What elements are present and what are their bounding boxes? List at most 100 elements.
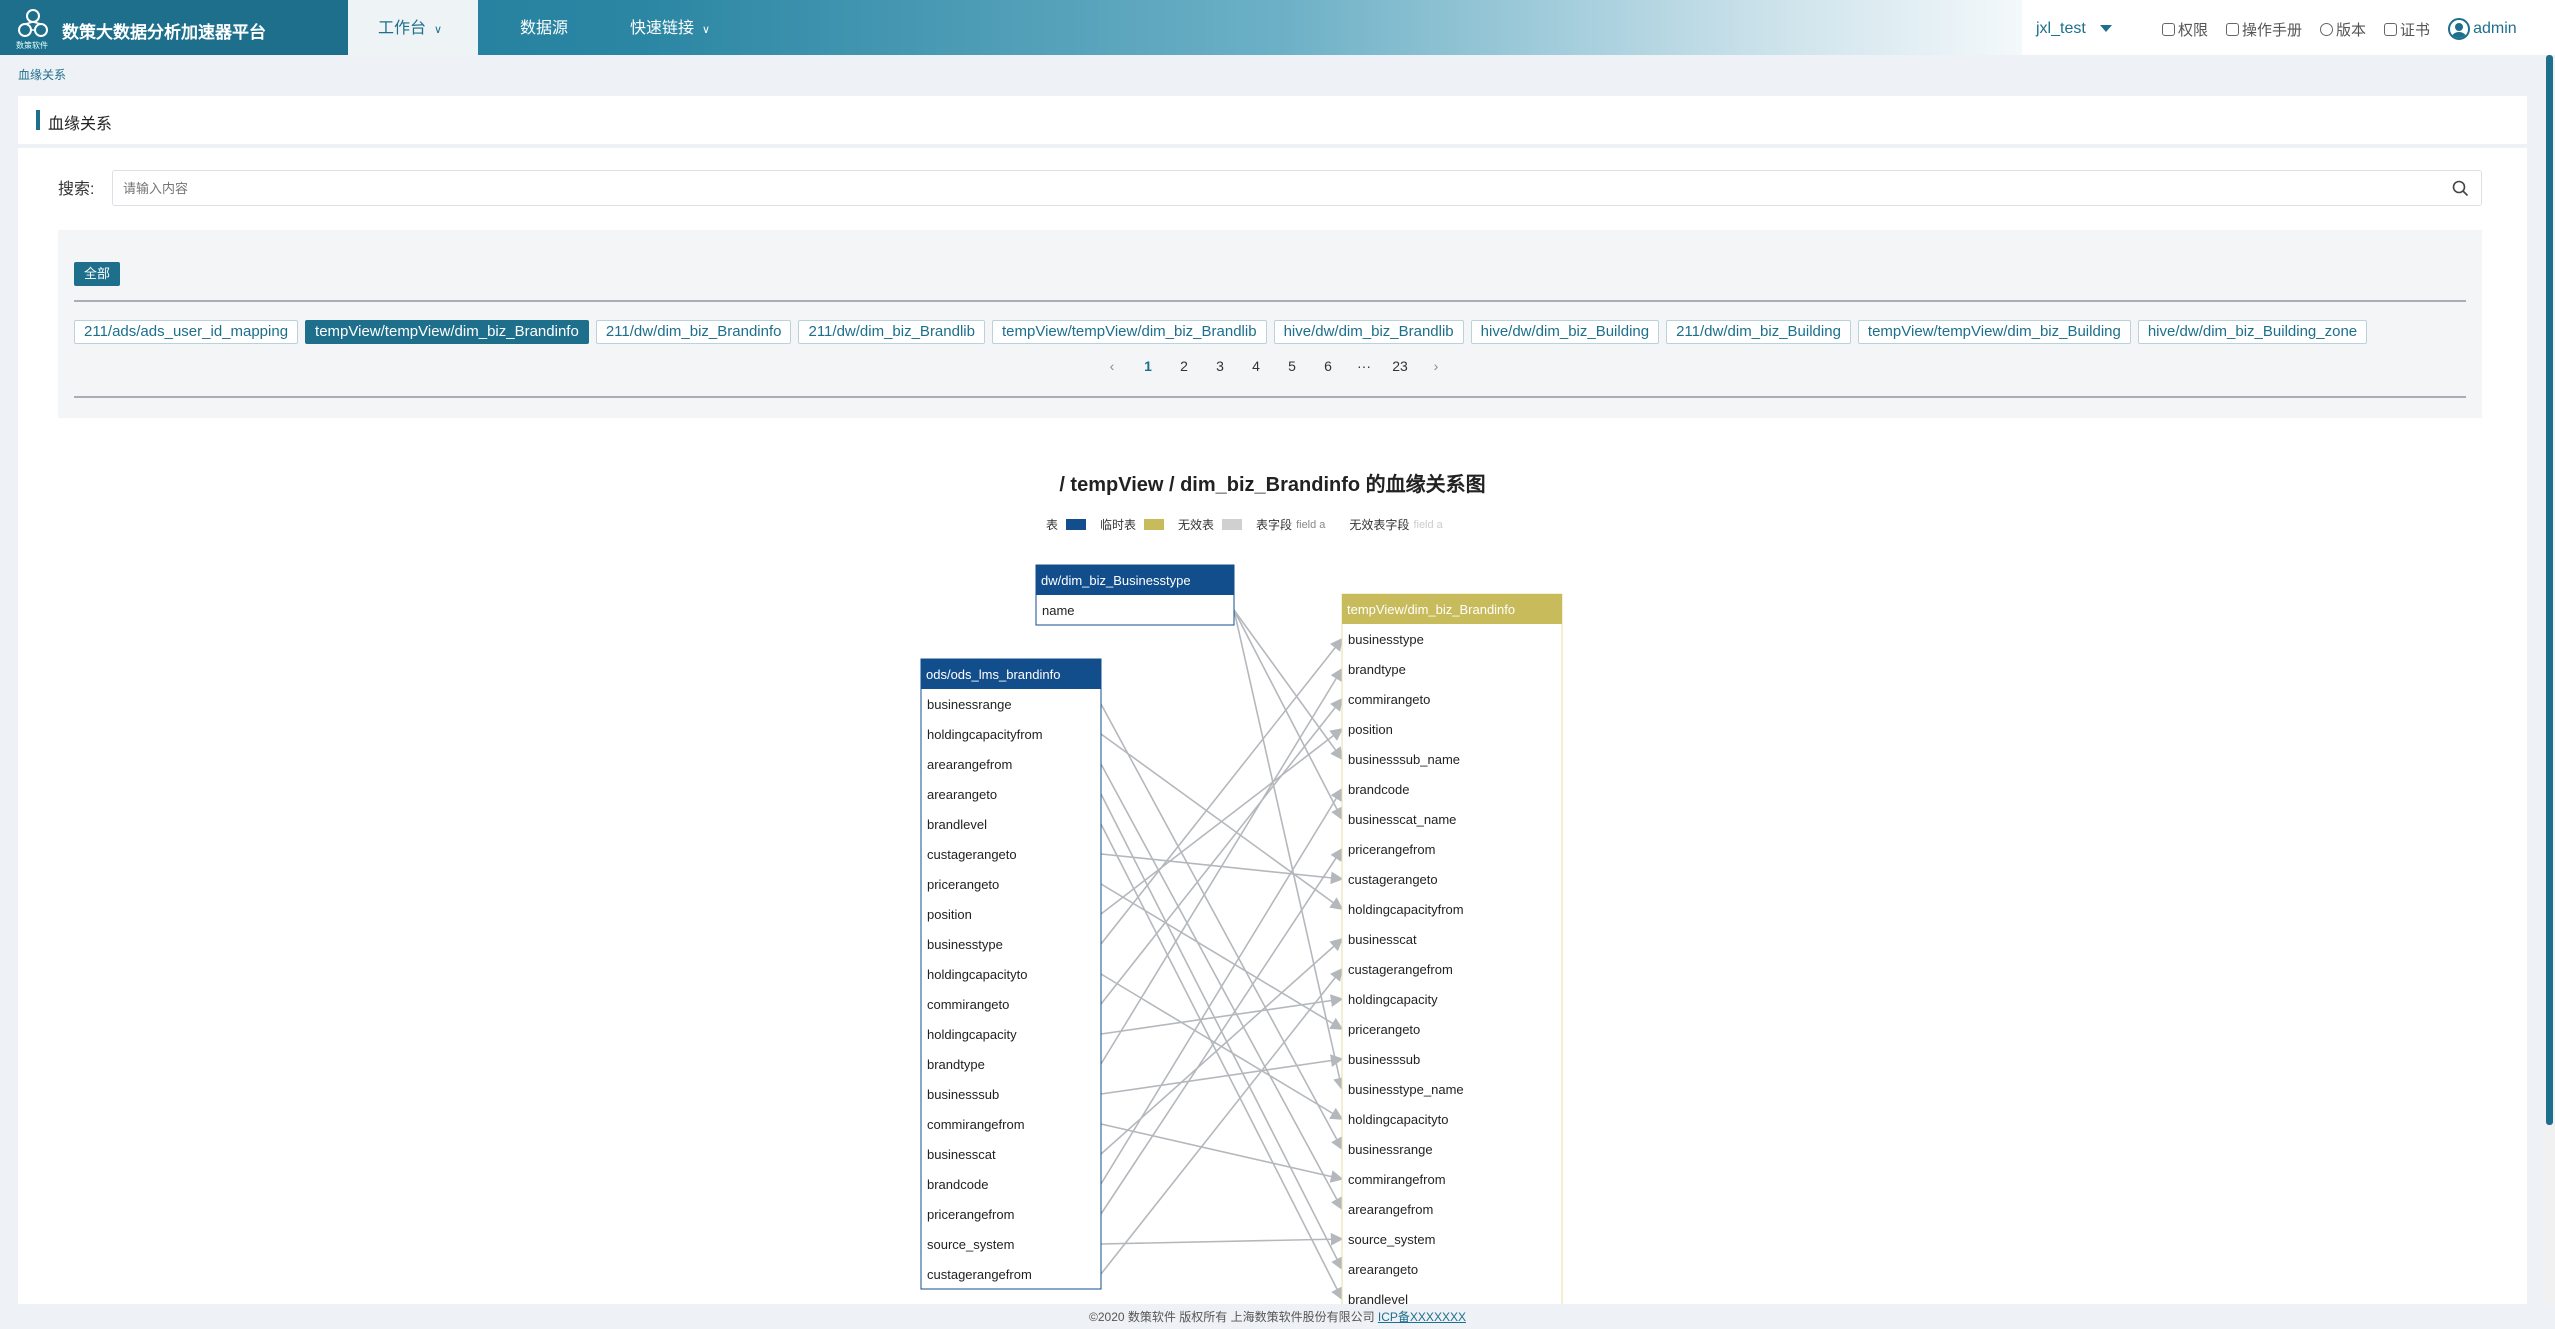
admin-menu[interactable]: admin: [2448, 18, 2517, 40]
admin-label: admin: [2473, 20, 2517, 37]
table-field[interactable]: pricerangefrom: [927, 1207, 1014, 1222]
table-tag[interactable]: 211/ads/ads_user_id_mapping: [74, 320, 299, 344]
table-field[interactable]: name: [1042, 603, 1075, 618]
nav-workbench[interactable]: 工作台 ∨: [348, 0, 478, 55]
table-field[interactable]: holdingcapacityfrom: [1348, 902, 1464, 917]
table-field[interactable]: brandcode: [1348, 782, 1409, 797]
table-field[interactable]: arearangeto: [1348, 1262, 1418, 1277]
lineage-edge: [1100, 787, 1343, 1185]
table-field[interactable]: position: [927, 907, 972, 922]
table-field[interactable]: position: [1348, 722, 1393, 737]
divider: [74, 396, 2466, 398]
page-scrollbar[interactable]: [2544, 55, 2555, 1329]
table-tag[interactable]: hive/dw/dim_biz_Building: [1470, 320, 1660, 344]
table-field[interactable]: source_system: [1348, 1232, 1435, 1247]
table-node-box: [1341, 593, 1563, 1304]
table-field[interactable]: brandtype: [927, 1057, 985, 1072]
table-field[interactable]: source_system: [927, 1237, 1014, 1252]
icp-link[interactable]: ICP备XXXXXXX: [1378, 1310, 1466, 1324]
table-field[interactable]: businesscat: [927, 1147, 996, 1162]
permission-link[interactable]: 权限: [2162, 19, 2208, 40]
table-field[interactable]: holdingcapacityto: [927, 967, 1027, 982]
breadcrumb[interactable]: 血缘关系: [18, 66, 66, 83]
table-field[interactable]: commirangefrom: [927, 1117, 1025, 1132]
page-number[interactable]: 6: [1310, 358, 1346, 374]
table-field[interactable]: businesssub_name: [1348, 752, 1460, 767]
page-number[interactable]: 1: [1130, 358, 1166, 374]
lineage-edge: [1100, 637, 1343, 945]
page-number[interactable]: 3: [1202, 358, 1238, 374]
app-logo[interactable]: 数策软件 数策大数据分析加速器平台: [0, 0, 348, 55]
table-field[interactable]: businessrange: [927, 697, 1012, 712]
table-field[interactable]: businessrange: [1348, 1142, 1433, 1157]
page-number[interactable]: 4: [1238, 358, 1274, 374]
table-tag[interactable]: 211/dw/dim_biz_Brandlib: [798, 320, 985, 344]
table-field[interactable]: custagerangefrom: [1348, 962, 1453, 977]
table-field[interactable]: custagerangeto: [1348, 872, 1438, 887]
table-tag-selected[interactable]: tempView/tempView/dim_biz_Brandinfo: [305, 320, 589, 344]
lineage-table-node[interactable]: dw/dim_biz_Businesstypename: [1035, 564, 1235, 626]
table-field[interactable]: holdingcapacity: [927, 1027, 1017, 1042]
legend-field-sample: field a: [1296, 518, 1326, 531]
manual-label: 操作手册: [2242, 21, 2303, 39]
table-field[interactable]: holdingcapacityfrom: [927, 727, 1043, 742]
nav-datasource-label: 数据源: [520, 20, 569, 37]
table-field[interactable]: pricerangeto: [927, 877, 999, 892]
table-field[interactable]: arearangeto: [927, 787, 997, 802]
lineage-table-node[interactable]: tempView/dim_biz_Brandinfo businesstype br…: [1341, 593, 1563, 1304]
table-field[interactable]: commirangeto: [1348, 692, 1430, 707]
table-field[interactable]: businesstype: [927, 937, 1003, 952]
nav-datasource[interactable]: 数据源: [520, 0, 568, 55]
table-field[interactable]: commirangefrom: [1348, 1172, 1446, 1187]
table-tag[interactable]: 211/dw/dim_biz_Brandinfo: [595, 320, 792, 344]
page-number[interactable]: 5: [1274, 358, 1310, 374]
avatar-icon: [2448, 18, 2471, 40]
page-number[interactable]: 23: [1382, 358, 1418, 374]
table-field[interactable]: arearangefrom: [927, 757, 1012, 772]
table-field[interactable]: businesstype_name: [1348, 1082, 1464, 1097]
table-field[interactable]: custagerangeto: [927, 847, 1017, 862]
table-field[interactable]: brandlevel: [1348, 1292, 1408, 1304]
table-field[interactable]: businesstype: [1348, 632, 1424, 647]
nav-quicklinks[interactable]: 快速链接 ∨: [630, 0, 710, 55]
certificate-link[interactable]: 证书: [2384, 19, 2430, 40]
legend-invalid-field-sample: field a: [1413, 518, 1443, 531]
table-tag[interactable]: hive/dw/dim_biz_Building_zone: [2137, 320, 2368, 344]
search-input[interactable]: [112, 170, 2482, 206]
table-tag[interactable]: 211/dw/dim_biz_Building: [1666, 320, 1851, 344]
table-field[interactable]: businesssub: [927, 1087, 999, 1102]
page-number[interactable]: 2: [1166, 358, 1202, 374]
table-field[interactable]: pricerangeto: [1348, 1022, 1420, 1037]
lineage-edge: [1100, 937, 1344, 1155]
version-link[interactable]: 版本: [2320, 19, 2366, 40]
prev-page-icon[interactable]: ‹: [1094, 358, 1130, 374]
table-tag[interactable]: tempView/tempView/dim_biz_Building: [1857, 320, 2131, 344]
table-tag[interactable]: tempView/tempView/dim_biz_Brandlib: [991, 320, 1267, 344]
lineage-edge: [1100, 847, 1343, 1215]
table-field[interactable]: businesssub: [1348, 1052, 1420, 1067]
page-ellipsis[interactable]: ···: [1346, 358, 1382, 374]
lineage-edge: [1100, 728, 1344, 915]
lineage-table-node[interactable]: ods/ods_lms_brandinfo businessrange holdin…: [920, 658, 1102, 1290]
search-icon[interactable]: [2452, 180, 2469, 197]
table-field[interactable]: businesscat_name: [1348, 812, 1456, 827]
table-field[interactable]: arearangefrom: [1348, 1202, 1433, 1217]
table-field[interactable]: holdingcapacity: [1348, 992, 1438, 1007]
caret-down-icon: [2100, 25, 2112, 32]
table-field[interactable]: brandlevel: [927, 817, 987, 832]
table-field[interactable]: brandcode: [927, 1177, 988, 1192]
table-field[interactable]: businesscat: [1348, 932, 1417, 947]
next-page-icon[interactable]: ›: [1418, 358, 1454, 374]
scrollbar-thumb[interactable]: [2546, 55, 2553, 1125]
legend-label: 临时表: [1100, 518, 1137, 532]
table-tag[interactable]: hive/dw/dim_biz_Brandlib: [1273, 320, 1464, 344]
user-dropdown[interactable]: jxl_test: [2022, 0, 2140, 55]
table-field[interactable]: commirangeto: [927, 997, 1009, 1012]
table-field[interactable]: holdingcapacityto: [1348, 1112, 1448, 1127]
table-field[interactable]: custagerangefrom: [927, 1267, 1032, 1282]
table-field[interactable]: pricerangefrom: [1348, 842, 1435, 857]
table-field[interactable]: brandtype: [1348, 662, 1406, 677]
manual-link[interactable]: 操作手册: [2226, 19, 2302, 40]
all-filter-button[interactable]: 全部: [74, 262, 121, 286]
graph-legend: 表 临时表 无效表 表字段 field a 无效表字段 field a: [1046, 516, 1443, 533]
